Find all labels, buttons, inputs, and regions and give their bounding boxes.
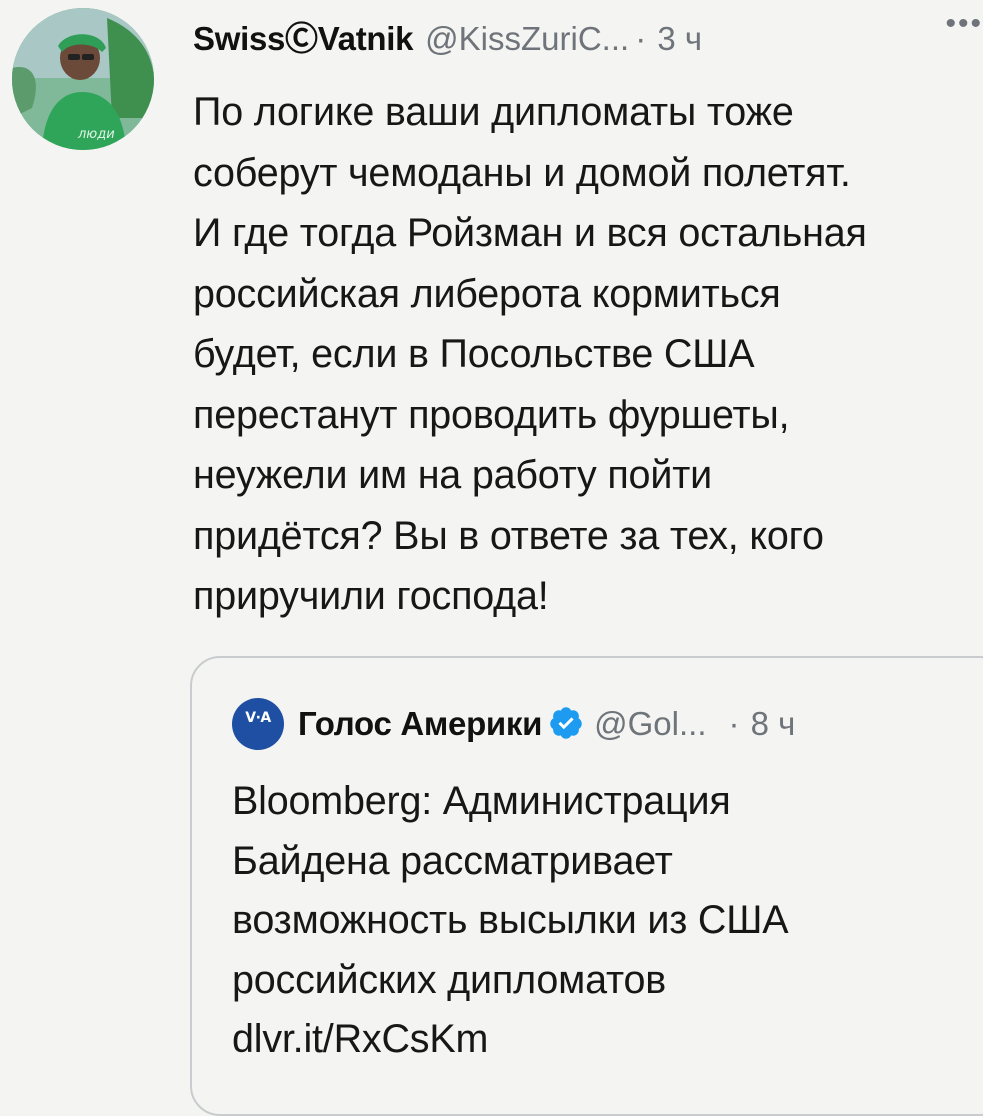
verified-badge-icon	[550, 707, 582, 740]
tweet-text-line: И где тогда Ройзман и вся остальная	[193, 211, 867, 255]
quoted-tweet-text: Bloomberg: Администрация Байдена рассмат…	[232, 772, 983, 1070]
quoted-author-display-name[interactable]: Голос Америки	[298, 705, 542, 742]
tweet-timestamp[interactable]: 3 ч	[657, 20, 702, 57]
tweet-text: По логике ваши дипломаты тоже соберут че…	[193, 82, 983, 627]
author-handle[interactable]: @KissZuriC...	[425, 20, 629, 57]
tweet-text-line: По логике ваши дипломаты тоже	[193, 90, 794, 134]
quoted-tweet-header: V·A Голос Америки @Gol... · 8 ч	[232, 698, 983, 750]
quoted-header-separator: ·	[728, 705, 740, 742]
tweet-text-line: будет, если в Посольстве США	[193, 332, 755, 376]
quoted-tweet-timestamp[interactable]: 8 ч	[751, 705, 796, 742]
quoted-tweet-card[interactable]: V·A Голос Америки @Gol... · 8 ч Bloomberg…	[190, 656, 983, 1116]
quoted-text-line: возможность высылки из США	[232, 898, 789, 942]
quoted-text-line: Bloomberg: Администрация	[232, 779, 731, 823]
author-display-name[interactable]: SwissⒸVatnik	[193, 20, 413, 57]
quoted-text-line: Байдена рассматривает	[232, 838, 673, 883]
voa-logo-icon[interactable]: V·A	[232, 698, 284, 750]
svg-text:люди: люди	[77, 127, 115, 142]
header-separator: ·	[635, 20, 647, 57]
tweet-header: SwissⒸVatnik @KissZuriC... · 3 ч	[193, 14, 983, 64]
quoted-author-handle[interactable]: @Gol...	[594, 705, 706, 742]
tweet-text-line: российская либерота кормиться	[193, 271, 781, 316]
quoted-link[interactable]: dlvr.it/RxCsKm	[232, 1010, 983, 1070]
tweet-text-line: неужели им на работу пойти	[193, 453, 712, 497]
user-avatar[interactable]: люди	[12, 8, 154, 150]
avatar-photo: люди	[12, 8, 154, 150]
tweet-text-line: приручили господа!	[193, 574, 549, 618]
voa-logo-text: V·A	[245, 710, 271, 726]
tweet-text-line: перестанут проводить фуршеты,	[193, 392, 790, 437]
tweet-text-line: придётся? Вы в ответе за тех, кого	[193, 513, 824, 558]
quoted-text-line: российских дипломатов	[232, 957, 667, 1002]
tweet-text-line: соберут чемоданы и домой полетят.	[193, 150, 851, 195]
tweet[interactable]: люди SwissⒸVatnik @KissZuriC... · 3 ч ••• …	[0, 0, 983, 1116]
more-icon[interactable]: •••	[945, 9, 983, 39]
